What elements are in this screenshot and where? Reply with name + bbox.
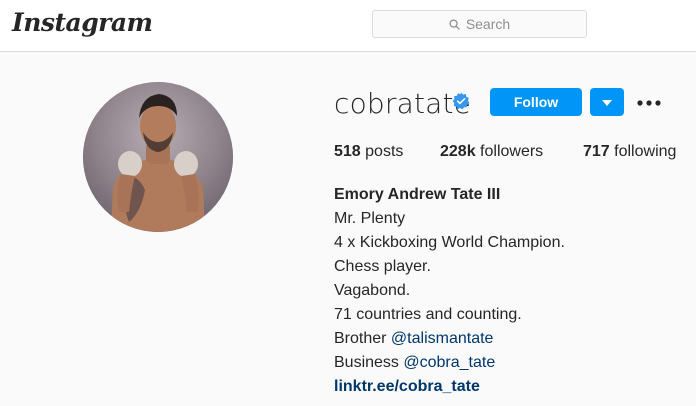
business-mention-link[interactable]: @cobra_tate xyxy=(403,354,495,371)
bio-line: Mr. Plenty xyxy=(334,210,406,227)
more-options-button[interactable] xyxy=(636,94,662,110)
brother-mention-link[interactable]: @talismantate xyxy=(391,330,494,347)
bio-line: Vagabond. xyxy=(334,282,411,299)
following-label: following xyxy=(614,143,677,160)
bio-line: 4 x Kickboxing World Champion. xyxy=(334,234,565,251)
search-input[interactable]: Search xyxy=(372,10,587,38)
avatar-photo xyxy=(83,82,233,232)
brother-line: Brother @talismantate xyxy=(334,327,684,351)
posts-label: posts xyxy=(365,143,404,160)
suggested-dropdown-button[interactable] xyxy=(590,88,624,116)
followers-count: 228k xyxy=(440,143,476,160)
business-line: Business @cobra_tate xyxy=(334,351,684,375)
instagram-logo[interactable]: Instagram xyxy=(12,8,153,37)
following-stat[interactable]: 717 following xyxy=(583,143,676,161)
posts-stat: 518 posts xyxy=(334,143,403,161)
top-navigation-bar: Instagram Search xyxy=(0,0,696,52)
website-link[interactable]: linktr.ee/cobra_tate xyxy=(334,375,684,399)
profile-avatar[interactable] xyxy=(83,82,233,232)
bio-line: Chess player. xyxy=(334,258,431,275)
ellipsis-icon xyxy=(637,93,661,111)
full-name: Emory Andrew Tate III xyxy=(334,186,501,203)
bio-line: 71 countries and counting. xyxy=(334,306,522,323)
brother-prefix: Brother xyxy=(334,330,387,347)
search-icon xyxy=(449,18,460,30)
caret-down-icon xyxy=(602,93,612,111)
search-placeholder: Search xyxy=(465,16,511,32)
posts-count: 518 xyxy=(334,143,361,160)
profile-bio: Emory Andrew Tate III Mr. Plenty 4 x Kic… xyxy=(334,183,684,399)
following-count: 717 xyxy=(583,143,610,160)
follow-button[interactable]: Follow xyxy=(490,88,582,116)
verified-badge-icon xyxy=(452,92,470,110)
followers-stat[interactable]: 228k followers xyxy=(440,143,543,161)
profile-username: cobratate xyxy=(334,87,472,120)
business-prefix: Business xyxy=(334,354,399,371)
followers-label: followers xyxy=(480,143,544,160)
